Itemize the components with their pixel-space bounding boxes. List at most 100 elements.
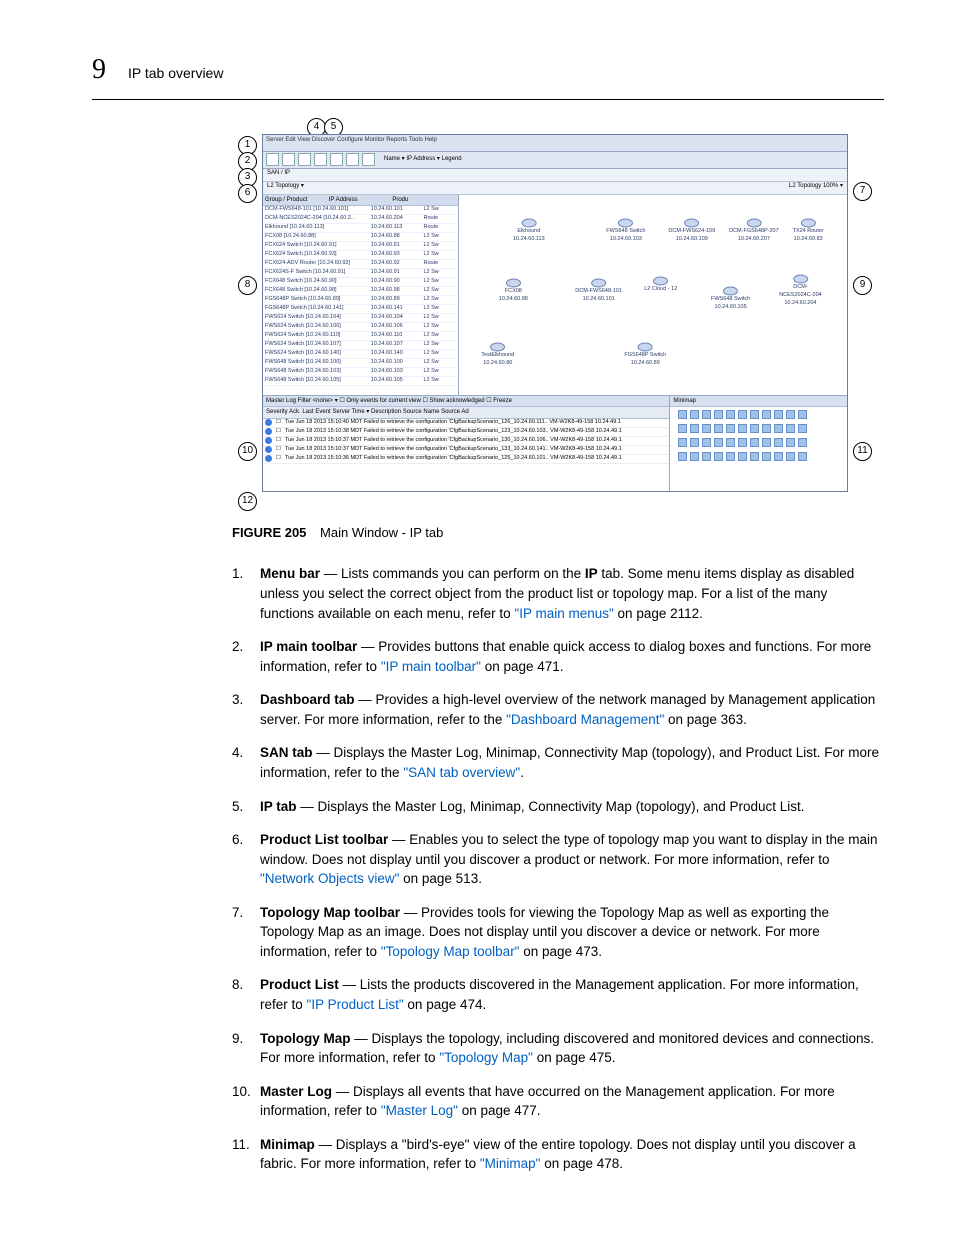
product-list-row[interactable]: FWS624 Switch [10.24.60.110]10.24.60.110…: [263, 332, 458, 341]
product-list-row[interactable]: FCX624 Switch [10.24.60.91]10.24.60.91L2…: [263, 242, 458, 251]
topology-node[interactable]: DCM-NCES2024C-20410.24.60.204: [777, 274, 824, 308]
topology-node[interactable]: FCX0810.24.60.88: [499, 278, 528, 304]
col-product: Group / Product: [265, 196, 329, 205]
xref-link[interactable]: "Master Log": [381, 1103, 458, 1118]
topology-node[interactable]: DCM-FWS648-10110.24.60.101: [575, 278, 622, 304]
toolbar-icon[interactable]: [298, 153, 311, 166]
topology-map-toolbar[interactable]: L2 Topology 100% ▾: [789, 182, 843, 194]
topology-node[interactable]: TX24 Router10.24.60.83: [793, 218, 824, 244]
topology-node[interactable]: Elkhound10.24.60.113: [513, 218, 545, 244]
item-term: IP main toolbar: [260, 639, 357, 654]
toolbar-icon[interactable]: [362, 153, 375, 166]
masterlog-toolbar[interactable]: Master Log Filter <none> ▾ ☐ Only events…: [263, 396, 669, 408]
topology-node[interactable]: DCM-FGS648P-20710.24.60.207: [729, 218, 779, 244]
product-list-row[interactable]: FCX648 Switch [10.24.60.98]10.24.60.98L2…: [263, 287, 458, 296]
list-item: Product List — Lists the products discov…: [232, 975, 884, 1014]
product-list-row[interactable]: FCX08 [10.24.60.88]10.24.60.88L2 Sw: [263, 233, 458, 242]
product-list-row[interactable]: FWS648 Switch [10.24.60.105]10.24.60.105…: [263, 377, 458, 386]
product-list-row[interactable]: DCM-FWS648-101 [10.24.60.101]10.24.60.10…: [263, 206, 458, 215]
xref-link[interactable]: "IP main toolbar": [381, 659, 481, 674]
info-icon: [265, 446, 272, 453]
xref-link[interactable]: "IP main menus": [514, 606, 613, 621]
product-list-row[interactable]: FCX624S-F Switch [10.24.60.91]10.24.60.9…: [263, 269, 458, 278]
xref-link[interactable]: "Network Objects view": [260, 871, 399, 886]
minimap-node: [798, 410, 807, 419]
callout-8: 8: [238, 276, 257, 295]
topology-node[interactable]: TestElkhound10.24.60.80: [481, 342, 514, 368]
topology-node[interactable]: DCM-FWS624-10910.24.60.109: [668, 218, 715, 244]
toolbar-icon[interactable]: [282, 153, 295, 166]
masterlog-row[interactable]: ☐Tue Jun 18 2013 15:10:40 MDT Failed to …: [263, 419, 669, 428]
minimap-node: [762, 452, 771, 461]
callout-10: 10: [238, 442, 257, 461]
product-list-row[interactable]: Elkhound [10.24.60.113]10.24.60.113Route: [263, 224, 458, 233]
minimap-node: [774, 410, 783, 419]
minimap-node: [690, 424, 699, 433]
product-list-row[interactable]: FCX624-ADV Router [10.24.60.92]10.24.60.…: [263, 260, 458, 269]
topology-node[interactable]: L2 Cloud - 12: [644, 276, 677, 294]
list-item: Menu bar — Lists commands you can perfor…: [232, 564, 884, 623]
list-item: Master Log — Displays all events that ha…: [232, 1082, 884, 1121]
masterlog-row[interactable]: ☐Tue Jun 18 2013 15:10:38 MDT Failed to …: [263, 428, 669, 437]
topology-map[interactable]: Elkhound10.24.60.113 FWS648 Switch10.24.6…: [459, 195, 847, 395]
minimap-node: [726, 438, 735, 447]
masterlog-row[interactable]: ☐Tue Jun 18 2013 15:10:37 MDT Failed to …: [263, 437, 669, 446]
callout-9: 9: [853, 276, 872, 295]
product-list-toolbar[interactable]: L2 Topology ▾: [267, 182, 304, 194]
minimap-node: [714, 452, 723, 461]
product-list-row[interactable]: FGS648P Switch [10.24.60.141]10.24.60.14…: [263, 305, 458, 314]
minimap-node: [738, 424, 747, 433]
xref-link[interactable]: "IP Product List": [307, 997, 404, 1012]
product-list-row[interactable]: FWS648 Switch [10.24.60.103]10.24.60.103…: [263, 368, 458, 377]
minimap-node: [798, 452, 807, 461]
topology-node[interactable]: FGS648P Switch10.24.60.89: [624, 342, 666, 368]
page-header: 9 IP tab overview: [92, 50, 884, 100]
tabs-row[interactable]: SAN / IP: [263, 169, 847, 182]
masterlog-columns: Severity Ack. Last Event Server Time ▾ D…: [263, 407, 669, 419]
product-list-row[interactable]: DCM-NCES2024C-204 [10.24.60.2..10.24.60.…: [263, 215, 458, 224]
minimap-node: [762, 424, 771, 433]
minimap-node: [678, 410, 687, 419]
product-list-row[interactable]: FCX624 Switch [10.24.60.93]10.24.60.93L2…: [263, 251, 458, 260]
minimap-node: [702, 438, 711, 447]
product-list-row[interactable]: FWS624 Switch [10.24.60.140]10.24.60.140…: [263, 350, 458, 359]
toolbar-icon[interactable]: [266, 153, 279, 166]
minimap-node: [678, 452, 687, 461]
product-list-row[interactable]: FWS624 Switch [10.24.60.106]10.24.60.106…: [263, 323, 458, 332]
menu-bar[interactable]: Server Edit View Discover Configure Moni…: [263, 135, 847, 152]
toolbar-icon[interactable]: [346, 153, 359, 166]
minimap-node: [738, 438, 747, 447]
toolbar-icon[interactable]: [330, 153, 343, 166]
masterlog-row[interactable]: ☐Tue Jun 18 2013 15:10:37 MDT Failed to …: [263, 446, 669, 455]
product-list-row[interactable]: FGS648P Switch [10.24.60.89]10.24.60.89L…: [263, 296, 458, 305]
figure-title: Main Window - IP tab: [320, 525, 443, 540]
info-icon: [265, 419, 272, 426]
col-ip: IP Address: [329, 196, 393, 205]
info-icon: [265, 455, 272, 462]
xref-link[interactable]: "Topology Map": [439, 1050, 533, 1065]
product-list-row[interactable]: FCX648 Switch [10.24.60.90]10.24.60.90L2…: [263, 278, 458, 287]
chapter-number: 9: [92, 50, 106, 91]
toolbar-icon[interactable]: [314, 153, 327, 166]
xref-link[interactable]: "SAN tab overview": [403, 765, 520, 780]
minimap[interactable]: Minimap: [670, 396, 847, 492]
main-toolbar[interactable]: Name ▾ IP Address ▾ Legend: [263, 152, 847, 169]
xref-link[interactable]: "Minimap": [480, 1156, 541, 1171]
item-term: Topology Map: [260, 1031, 351, 1046]
xref-link[interactable]: "Topology Map toolbar": [381, 944, 520, 959]
master-log[interactable]: Master Log Filter <none> ▾ ☐ Only events…: [263, 396, 670, 492]
masterlog-row[interactable]: ☐Tue Jun 18 2013 15:10:36 MDT Failed to …: [263, 455, 669, 464]
topology-node[interactable]: FWS648 Switch10.24.60.105: [711, 286, 750, 312]
product-list-row[interactable]: FWS648 Switch [10.24.60.100]10.24.60.100…: [263, 359, 458, 368]
minimap-node: [774, 452, 783, 461]
product-list[interactable]: Group / Product IP Address Produ DCM-FWS…: [263, 195, 459, 395]
product-list-row[interactable]: FWS624 Switch [10.24.60.107]10.24.60.107…: [263, 341, 458, 350]
minimap-node: [750, 452, 759, 461]
minimap-node: [798, 424, 807, 433]
topology-node[interactable]: FWS648 Switch10.24.60.103: [606, 218, 645, 244]
item-term: Topology Map toolbar: [260, 905, 400, 920]
product-list-row[interactable]: FWS624 Switch [10.24.60.104]10.24.60.104…: [263, 314, 458, 323]
minimap-node: [786, 410, 795, 419]
xref-link[interactable]: "Dashboard Management": [506, 712, 664, 727]
list-item: Topology Map — Displays the topology, in…: [232, 1029, 884, 1068]
